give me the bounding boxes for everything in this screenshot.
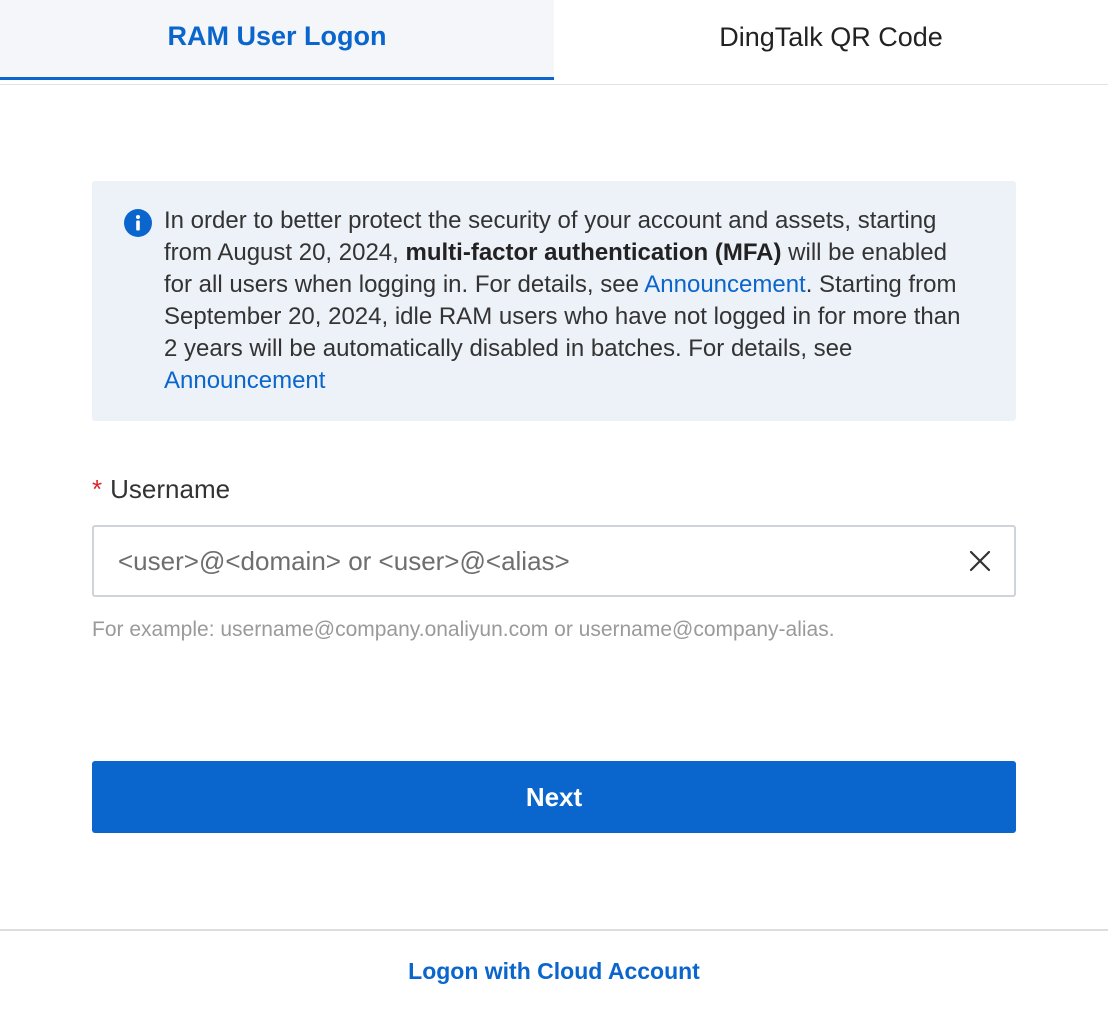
notice-bold-mfa: multi-factor authentication (MFA) <box>405 239 782 266</box>
username-label: * Username <box>92 474 230 505</box>
tab-label: DingTalk QR Code <box>719 21 943 52</box>
logon-tabs: RAM User Logon DingTalk QR Code <box>0 0 1108 85</box>
logon-panel: RAM User Logon DingTalk QR Code In order… <box>0 0 1108 1014</box>
next-button[interactable]: Next <box>92 761 1016 833</box>
security-notice: In order to better protect the security … <box>92 181 1016 421</box>
footer-divider <box>0 929 1108 931</box>
username-label-text: Username <box>110 474 231 504</box>
announcement-link-mfa[interactable]: Announcement <box>644 271 805 298</box>
tab-label: RAM User Logon <box>167 20 387 51</box>
tab-ram-user-logon[interactable]: RAM User Logon <box>0 0 554 80</box>
info-icon <box>124 209 152 237</box>
username-hint: For example: username@company.onaliyun.c… <box>92 618 835 641</box>
logon-with-cloud-account-link[interactable]: Logon with Cloud Account <box>0 958 1108 985</box>
tab-dingtalk-qr-code[interactable]: DingTalk QR Code <box>554 0 1108 79</box>
announcement-link-idle-users[interactable]: Announcement <box>164 367 325 394</box>
username-field <box>92 525 1016 597</box>
notice-text: In order to better protect the security … <box>164 205 976 397</box>
clear-icon[interactable] <box>968 549 992 573</box>
username-input[interactable] <box>118 527 938 595</box>
required-mark: * <box>92 474 103 504</box>
